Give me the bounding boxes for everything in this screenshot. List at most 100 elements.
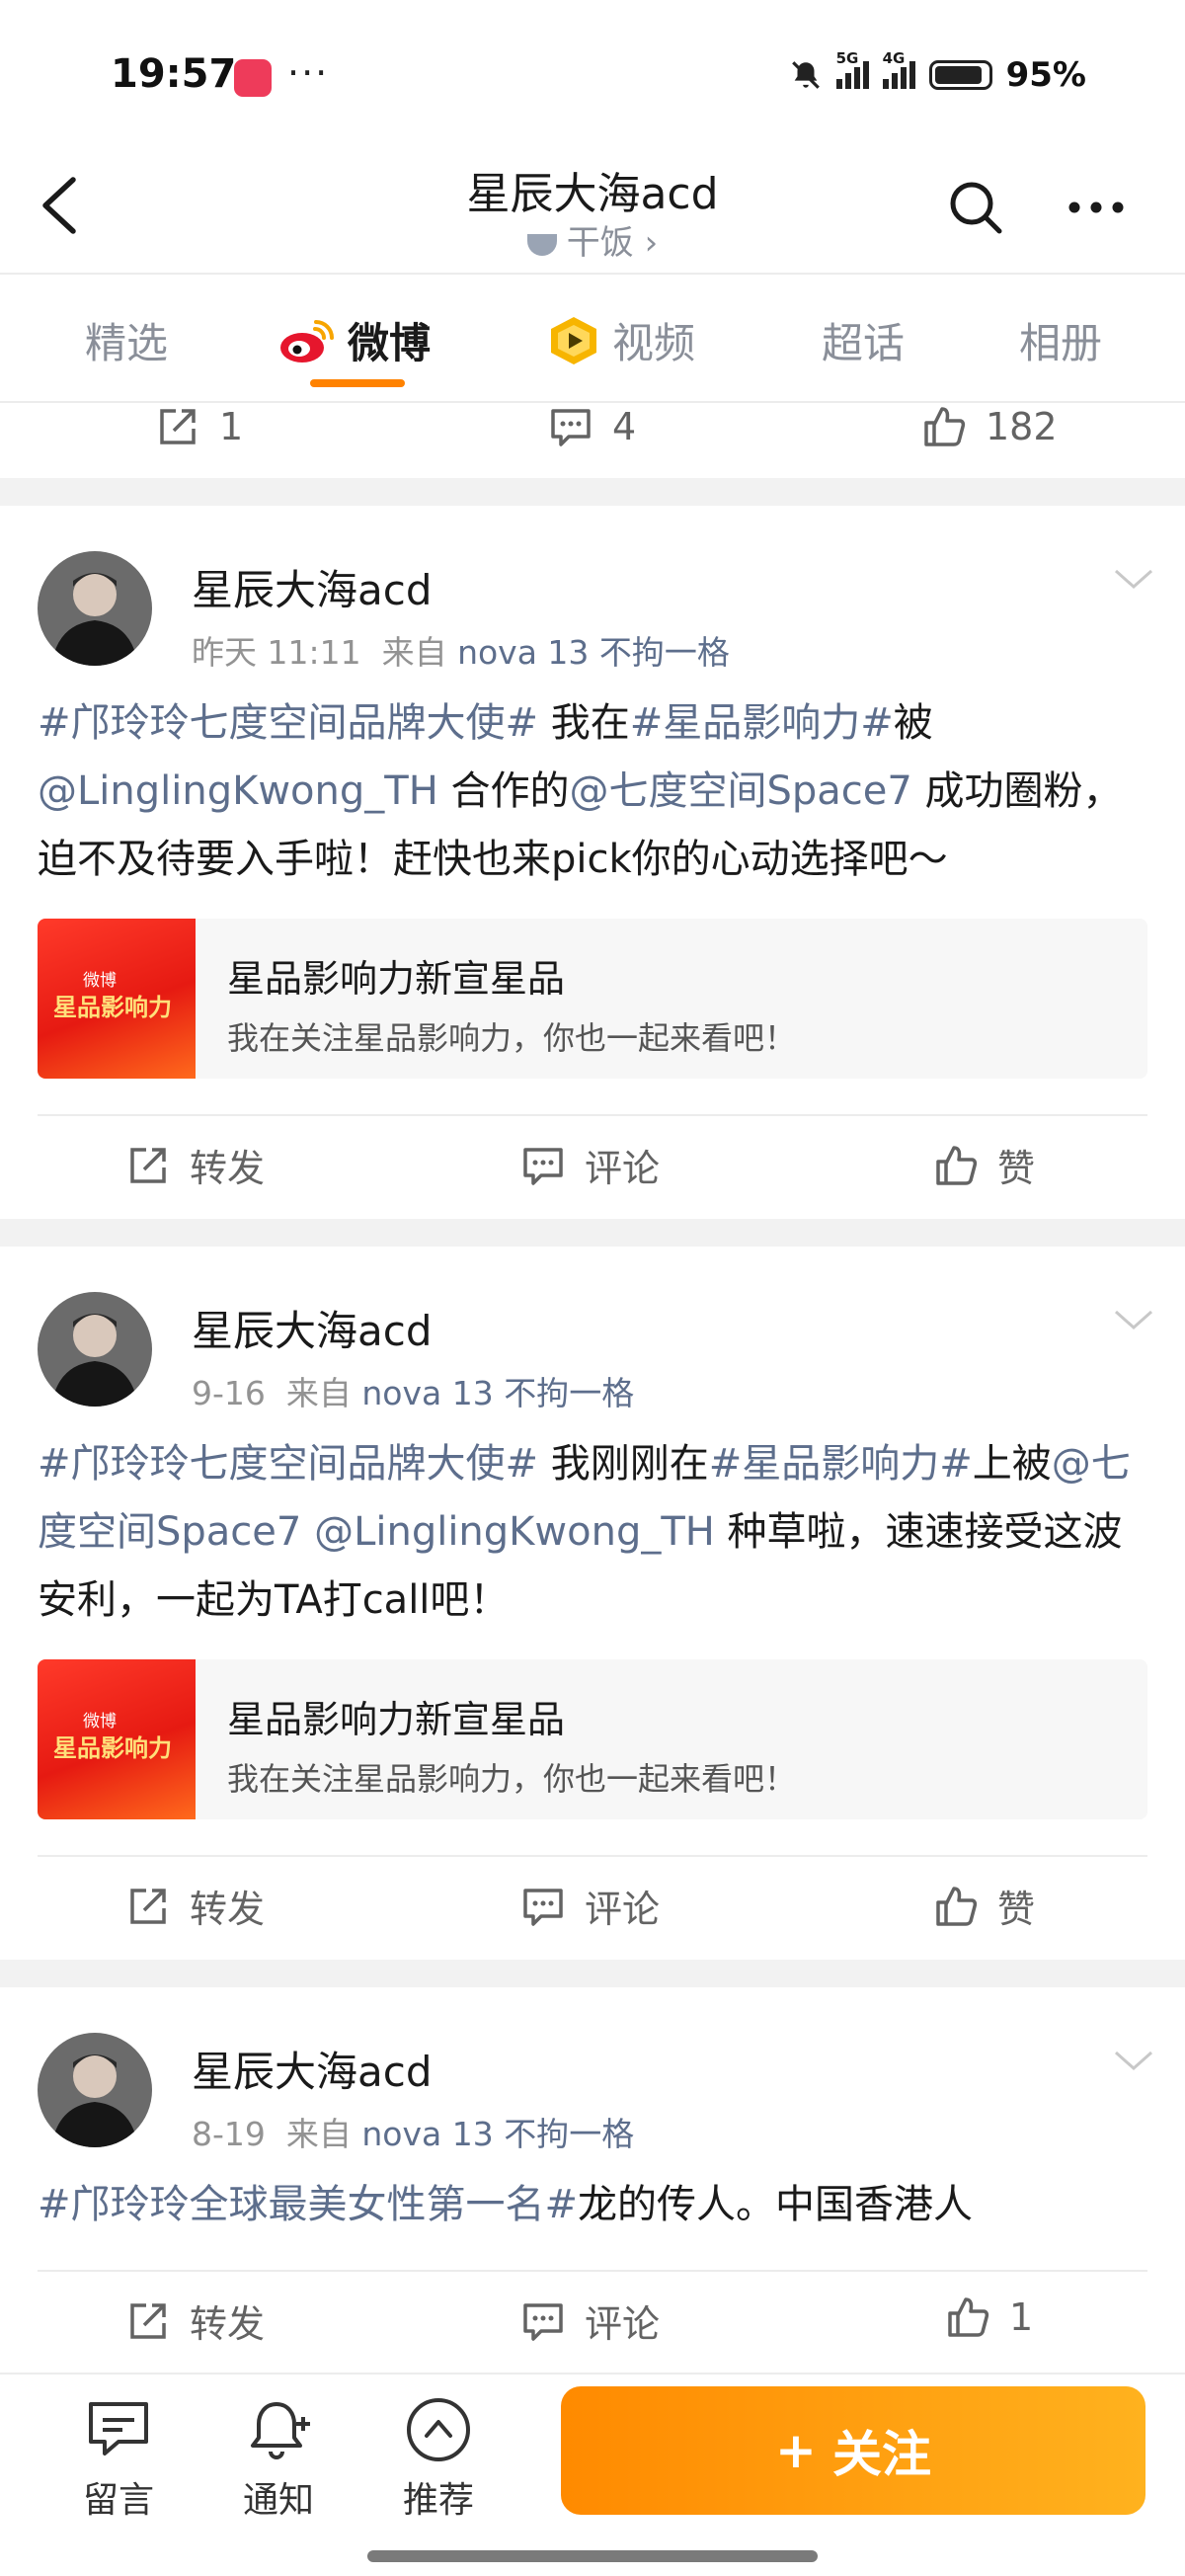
post-meta: 8-19 来自 nova 13 不拘一格	[192, 2108, 634, 2155]
tab-album[interactable]: 相册	[1019, 310, 1102, 370]
battery-percent: 95%	[1005, 55, 1086, 95]
card-thumb-title: 星品影响力	[53, 1734, 172, 1762]
tab-video[interactable]: 视频	[547, 310, 695, 370]
post-meta: 9-16 来自 nova 13 不拘一格	[192, 1367, 634, 1414]
post-action-divider	[38, 2270, 1147, 2272]
follow-button[interactable]: + 关注	[561, 2386, 1146, 2515]
bottom-action-bar: 留言 通知 推荐 + 关注	[0, 2373, 1185, 2576]
hashtag-link[interactable]: #星品影响力#	[630, 700, 894, 746]
home-indicator[interactable]	[367, 2550, 818, 2562]
comment-count: 4	[612, 405, 637, 448]
more-options-button[interactable]	[1066, 200, 1126, 215]
hashtag-link[interactable]: #邝玲玲全球最美女性第一名#	[38, 2182, 578, 2227]
post-card[interactable]: 星辰大海acd 昨天 11:11 来自 nova 13 不拘一格 #邝玲玲七度空…	[0, 506, 1185, 1219]
repost-button[interactable]: 转发	[124, 1879, 265, 1933]
repost-icon	[130, 1888, 166, 1924]
tab-super-topic[interactable]: 超话	[822, 310, 905, 370]
post-source[interactable]: nova 13 不拘一格	[457, 633, 730, 672]
repost-button[interactable]: 转发	[124, 1138, 265, 1192]
comment-button[interactable]: 4	[547, 403, 636, 450]
post-text: #邝玲玲全球最美女性第一名#龙的传人。中国香港人	[38, 2171, 1153, 2239]
post-separator	[0, 1219, 1185, 1247]
tab-featured[interactable]: 精选	[85, 310, 168, 370]
hashtag-link[interactable]: #邝玲玲七度空间品牌大使#	[38, 700, 538, 746]
like-button[interactable]: 赞	[932, 1879, 1035, 1933]
mention-link[interactable]: @LinglingKwong_TH	[314, 1509, 715, 1555]
comment-button[interactable]: 评论	[519, 1138, 660, 1192]
post-text-segment	[301, 1509, 314, 1555]
post-meta: 昨天 11:11 来自 nova 13 不拘一格	[192, 626, 730, 674]
battery-icon	[928, 60, 992, 90]
repost-button[interactable]: 转发	[124, 2294, 265, 2348]
header-divider	[0, 273, 1185, 275]
card-description: 我在关注星品影响力，你也一起来看吧！	[227, 1019, 797, 1057]
post-author[interactable]: 星辰大海acd	[192, 1298, 433, 1358]
notify-label: 通知	[242, 2480, 314, 2521]
card-thumbnail: 微博 星品影响力	[38, 1659, 196, 1819]
rice-bowl-icon	[526, 233, 557, 256]
post-action-divider	[38, 1855, 1147, 1857]
repost-button[interactable]: 1	[154, 403, 243, 450]
post-card[interactable]: 星辰大海acd 8-19 来自 nova 13 不拘一格 #邝玲玲全球最美女性第…	[0, 1987, 1185, 2373]
thumbs-up-icon	[948, 2297, 989, 2337]
mention-link[interactable]: @LinglingKwong_TH	[38, 768, 438, 814]
chevron-up-circle-icon	[407, 2398, 470, 2461]
card-thumbnail: 微博 星品影响力	[38, 919, 196, 1079]
link-card[interactable]: 微博 星品影响力 星品影响力新宣星品 我在关注星品影响力，你也一起来看吧！	[38, 1659, 1147, 1819]
card-title: 星品影响力新宣星品	[227, 1698, 566, 1741]
message-button[interactable]: 留言	[59, 2394, 178, 2523]
post-menu-button[interactable]	[1112, 2047, 1155, 2078]
profile-tabs: 精选 微博 视频 超话 相册	[0, 277, 1185, 401]
post-menu-button[interactable]	[1112, 565, 1155, 597]
repost-icon	[130, 2302, 166, 2339]
card-description: 我在关注星品影响力，你也一起来看吧！	[227, 1760, 797, 1798]
repost-label: 转发	[190, 1147, 266, 1190]
post-time: 9-16	[192, 1374, 266, 1412]
like-button[interactable]: 182	[920, 403, 1058, 450]
bottom-bar-divider	[0, 2373, 1185, 2375]
post-source[interactable]: nova 13 不拘一格	[361, 2115, 634, 2153]
like-label: 赞	[997, 1888, 1036, 1931]
mention-link[interactable]: @七度空间Space7	[570, 768, 912, 814]
tab-weibo[interactable]: 微博	[278, 310, 431, 370]
comment-label: 评论	[585, 2302, 661, 2346]
more-notifications-icon: ···	[287, 51, 330, 95]
link-card[interactable]: 微博 星品影响力 星品影响力新宣星品 我在关注星品影响力，你也一起来看吧！	[38, 919, 1147, 1079]
profile-tag-link[interactable]: 干饭 ›	[0, 215, 1185, 264]
comment-icon	[523, 1888, 563, 1926]
hashtag-link[interactable]: #星品影响力#	[709, 1441, 973, 1487]
message-bubble-icon	[89, 2402, 148, 2455]
like-label: 赞	[997, 1147, 1036, 1190]
repost-icon	[130, 1147, 166, 1183]
plus-icon: +	[775, 2422, 817, 2479]
user-avatar-icon	[38, 2033, 152, 2147]
post-card[interactable]: 星辰大海acd 9-16 来自 nova 13 不拘一格 #邝玲玲七度空间品牌大…	[0, 1247, 1185, 1960]
comment-button[interactable]: 评论	[519, 2294, 660, 2348]
post-time: 8-19	[192, 2115, 266, 2153]
profile-tag-label: 干饭 ›	[566, 223, 659, 263]
thumbs-up-icon	[936, 1886, 978, 1926]
comment-button[interactable]: 评论	[519, 1879, 660, 1933]
avatar[interactable]	[38, 2033, 152, 2147]
avatar[interactable]	[38, 551, 152, 666]
post-source[interactable]: nova 13 不拘一格	[361, 1374, 634, 1412]
recommend-button[interactable]: 推荐	[379, 2394, 498, 2523]
tab-weibo-label: 微博	[348, 319, 432, 367]
search-icon	[950, 182, 1002, 234]
card-thumb-title: 星品影响力	[53, 994, 172, 1021]
chevron-down-icon	[1115, 569, 1152, 590]
notify-button[interactable]: 通知	[219, 2394, 338, 2523]
post-text-segment: 上被	[972, 1441, 1052, 1487]
post-author[interactable]: 星辰大海acd	[192, 2039, 433, 2099]
hashtag-link[interactable]: #邝玲玲七度空间品牌大使#	[38, 1441, 538, 1487]
like-button[interactable]: 赞	[932, 1138, 1035, 1192]
search-button[interactable]	[946, 178, 1005, 237]
post-separator	[0, 478, 1185, 506]
post-menu-button[interactable]	[1112, 1306, 1155, 1337]
post-author[interactable]: 星辰大海acd	[192, 557, 433, 617]
post-text-segment: 被	[893, 700, 933, 746]
page-title: 星辰大海acd	[466, 169, 719, 219]
video-badge-icon	[551, 316, 596, 364]
avatar[interactable]	[38, 1292, 152, 1407]
like-button[interactable]: 1	[944, 2294, 1033, 2341]
